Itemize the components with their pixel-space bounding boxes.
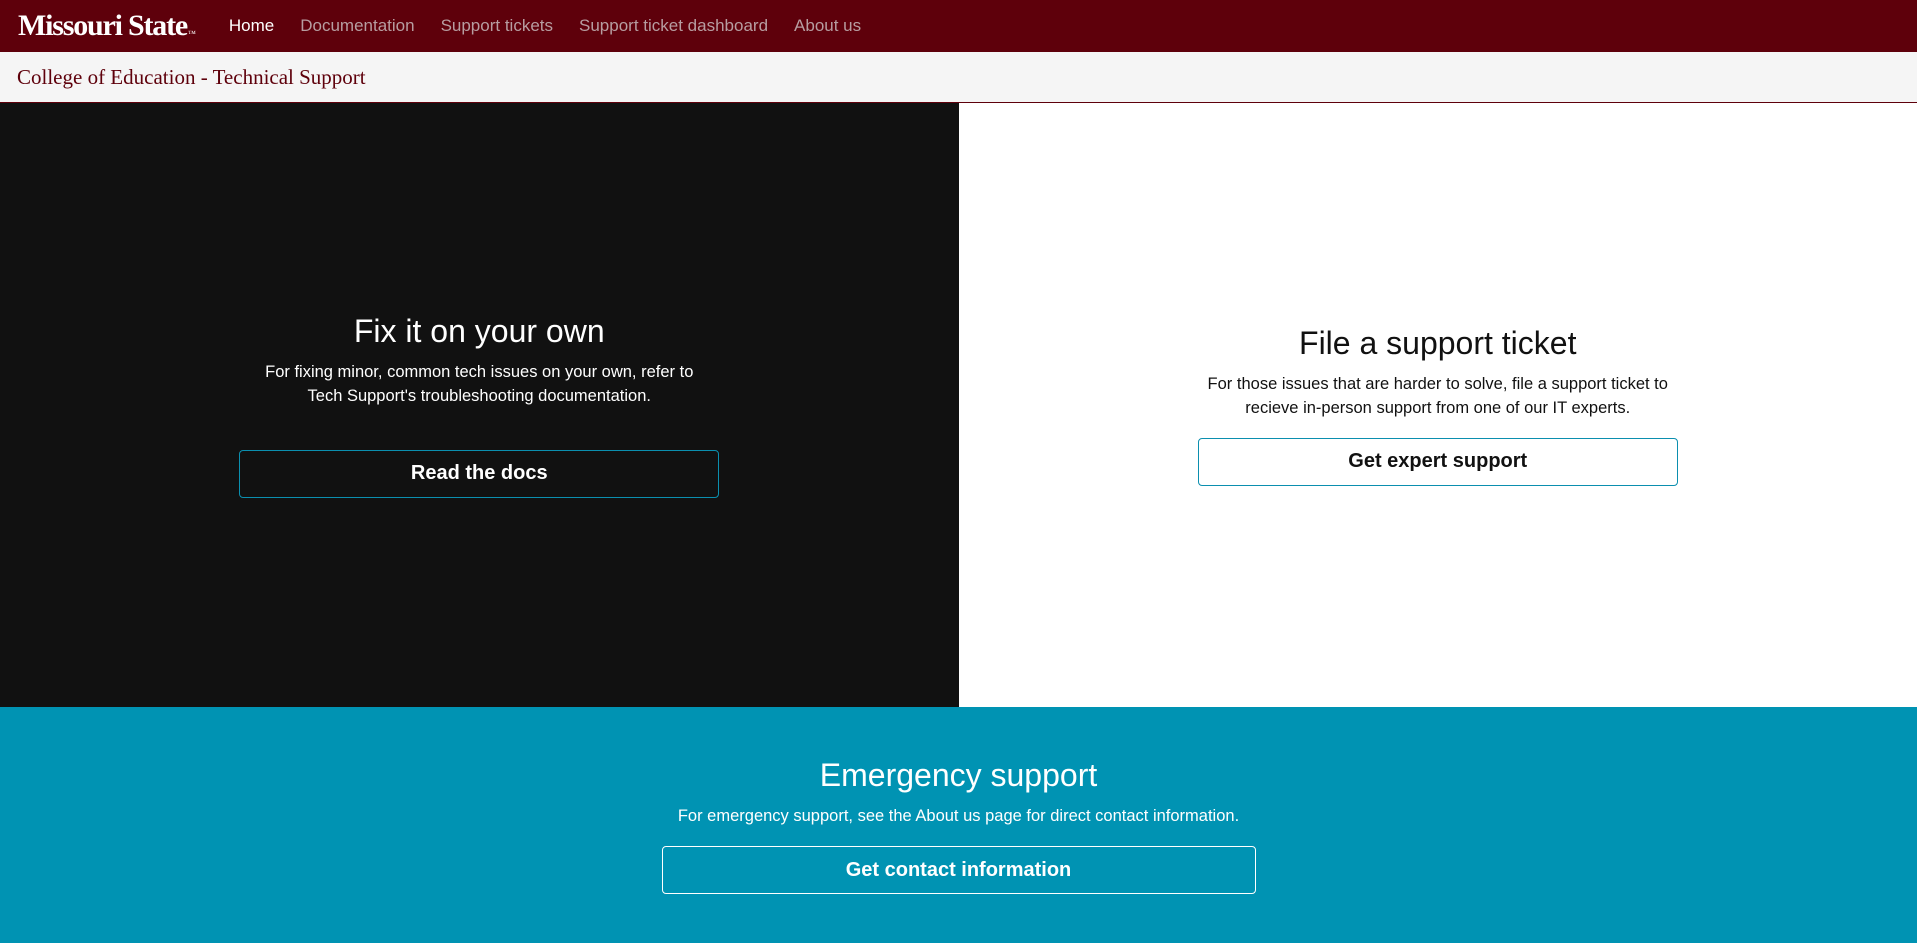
emergency-heading: Emergency support — [819, 757, 1098, 793]
nav-link-support-tickets[interactable]: Support tickets — [428, 16, 566, 36]
self-help-panel: Fix it on your own For fixing minor, com… — [0, 103, 959, 707]
site-title: College of Education - Technical Support — [17, 64, 366, 89]
main-nav: Home Documentation Support tickets Suppo… — [216, 16, 874, 36]
support-ticket-panel: File a support ticket For those issues t… — [958, 103, 1917, 707]
emergency-support-section: Emergency support For emergency support,… — [0, 707, 1917, 943]
self-help-description: For fixing minor, common tech issues on … — [265, 362, 694, 405]
nav-link-about-us[interactable]: About us — [781, 16, 874, 36]
emergency-description: For emergency support, see the About us … — [677, 807, 1240, 825]
self-help-heading: Fix it on your own — [353, 312, 605, 349]
trademark-symbol: ™ — [188, 29, 196, 38]
read-the-docs-button[interactable]: Read the docs — [239, 449, 720, 498]
support-options: Fix it on your own For fixing minor, com… — [0, 103, 1917, 707]
nav-link-documentation[interactable]: Documentation — [287, 16, 427, 36]
nav-link-home[interactable]: Home — [216, 16, 287, 36]
missouri-state-logo[interactable]: Missouri State ™ — [18, 9, 196, 43]
site-subheader: College of Education - Technical Support — [0, 52, 1917, 103]
support-ticket-heading: File a support ticket — [1299, 324, 1577, 361]
get-contact-information-button[interactable]: Get contact information — [661, 846, 1256, 894]
nav-link-support-ticket-dashboard[interactable]: Support ticket dashboard — [566, 16, 781, 36]
top-navbar: Missouri State ™ Home Documentation Suppo… — [0, 0, 1917, 52]
brand-name: Missouri State — [18, 9, 188, 42]
support-ticket-description: For those issues that are harder to solv… — [1207, 374, 1668, 417]
get-expert-support-button[interactable]: Get expert support — [1197, 437, 1678, 486]
